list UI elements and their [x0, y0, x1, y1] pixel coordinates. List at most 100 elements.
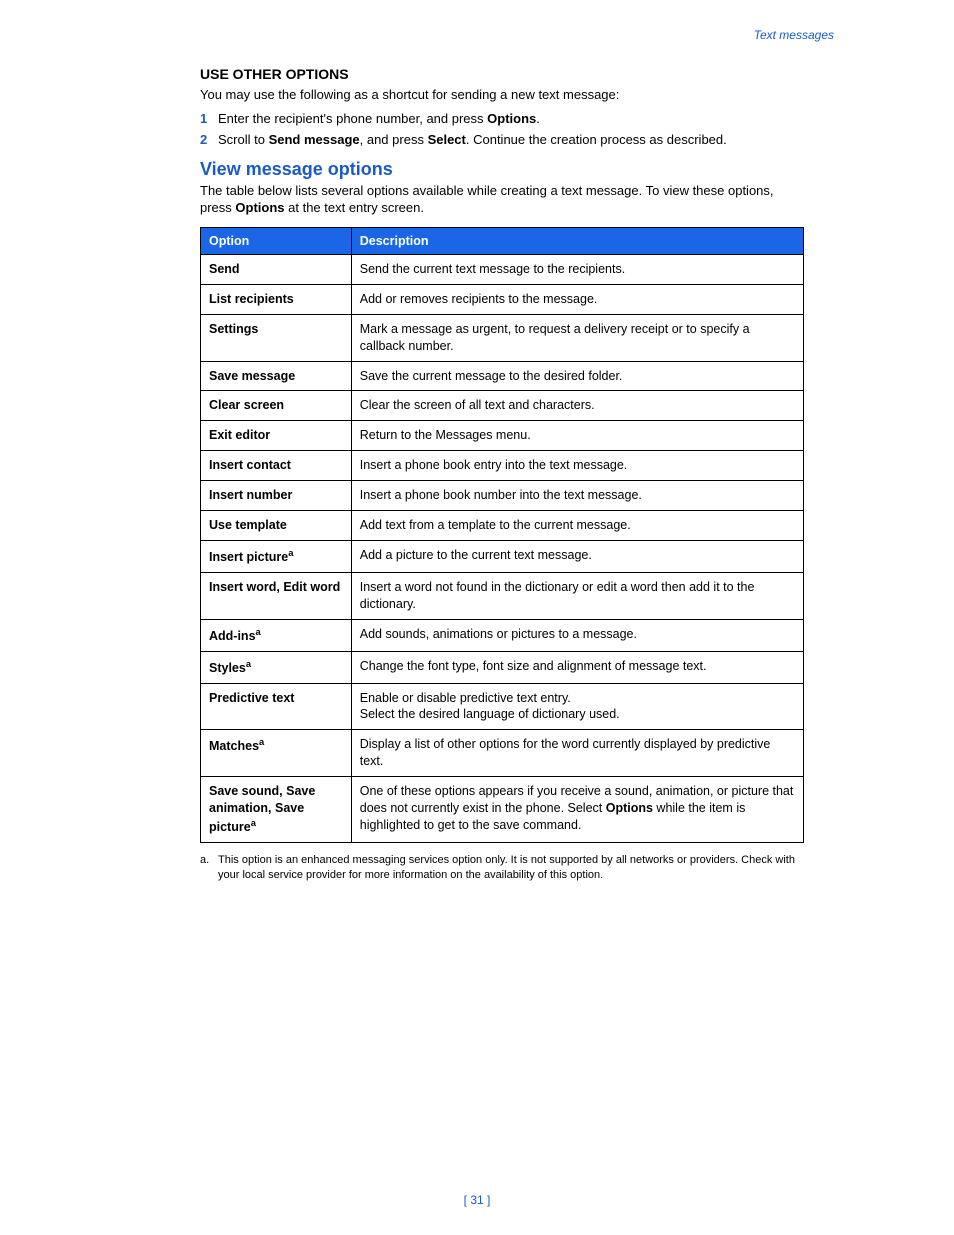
- step-text: , and press: [360, 132, 428, 147]
- option-cell: Matchesa: [201, 730, 352, 777]
- step-number: 1: [200, 110, 207, 128]
- description-cell: Send the current text message to the rec…: [351, 255, 803, 285]
- description-cell: Clear the screen of all text and charact…: [351, 391, 803, 421]
- page-number-value: 31: [470, 1193, 483, 1207]
- step-1: 1 Enter the recipient's phone number, an…: [200, 110, 804, 128]
- table-row: Settings Mark a message as urgent, to req…: [201, 314, 804, 361]
- table-row: Save sound, Save animation, Save picture…: [201, 777, 804, 843]
- description-cell: One of these options appears if you rece…: [351, 777, 803, 843]
- step-text: .: [536, 111, 540, 126]
- option-cell: List recipients: [201, 284, 352, 314]
- option-cell: Predictive text: [201, 683, 352, 730]
- description-cell: Add text from a template to the current …: [351, 510, 803, 540]
- step-bold: Options: [487, 111, 536, 126]
- table-row: Stylesa Change the font type, font size a…: [201, 651, 804, 683]
- page-number: [ 31 ]: [0, 1193, 954, 1207]
- footnote-label: a.: [200, 853, 209, 868]
- footnote-ref: a: [288, 548, 293, 558]
- th-option: Option: [201, 228, 352, 255]
- footnote-ref: a: [256, 627, 261, 637]
- desc-text: Mark a message as urgent, to request a d…: [360, 322, 750, 353]
- option-cell: Settings: [201, 314, 352, 361]
- table-row: Insert word, Edit word Insert a word not …: [201, 572, 804, 619]
- description-cell: Add sounds, animations or pictures to a …: [351, 619, 803, 651]
- desc-text: Insert a word not found in the dictionar…: [360, 580, 755, 611]
- description-cell: Insert a word not found in the dictionar…: [351, 572, 803, 619]
- option-cell: Add-insa: [201, 619, 352, 651]
- description-cell: Add or removes recipients to the message…: [351, 284, 803, 314]
- options-table: Option Description Send Send the current …: [200, 227, 804, 843]
- description-cell: Change the font type, font size and alig…: [351, 651, 803, 683]
- step-text: Enter the recipient's phone number, and …: [218, 111, 487, 126]
- content-area: USE OTHER OPTIONS You may use the follow…: [200, 66, 804, 883]
- step-text: . Continue the creation process as descr…: [466, 132, 727, 147]
- option-cell: Save sound, Save animation, Save picture…: [201, 777, 352, 843]
- table-row: List recipients Add or removes recipients…: [201, 284, 804, 314]
- description-cell: Add a picture to the current text messag…: [351, 540, 803, 572]
- table-row: Use template Add text from a template to …: [201, 510, 804, 540]
- intro-text: at the text entry screen.: [285, 200, 424, 215]
- desc-text: Return to the Messages menu.: [360, 428, 531, 442]
- desc-text: Insert a phone book number into the text…: [360, 488, 642, 502]
- table-row: Matchesa Display a list of other options …: [201, 730, 804, 777]
- table-row: Clear screen Clear the screen of all text…: [201, 391, 804, 421]
- option-cell: Send: [201, 255, 352, 285]
- footnote-ref: a: [259, 737, 264, 747]
- desc-text: Send the current text message to the rec…: [360, 262, 625, 276]
- desc-text: Save the current message to the desired …: [360, 369, 623, 383]
- table-header-row: Option Description: [201, 228, 804, 255]
- table-row: Exit editor Return to the Messages menu.: [201, 421, 804, 451]
- steps-list: 1 Enter the recipient's phone number, an…: [200, 110, 804, 149]
- table-row: Insert number Insert a phone book number …: [201, 481, 804, 511]
- description-cell: Return to the Messages menu.: [351, 421, 803, 451]
- option-cell: Clear screen: [201, 391, 352, 421]
- step-bold: Select: [428, 132, 466, 147]
- step-2: 2 Scroll to Send message, and press Sele…: [200, 131, 804, 149]
- use-other-options-intro: You may use the following as a shortcut …: [200, 86, 804, 104]
- option-cell: Stylesa: [201, 651, 352, 683]
- use-other-options-heading: USE OTHER OPTIONS: [200, 66, 804, 82]
- step-number: 2: [200, 131, 207, 149]
- page: Text messages USE OTHER OPTIONS You may …: [0, 0, 954, 1235]
- description-cell: Save the current message to the desired …: [351, 361, 803, 391]
- description-cell: Insert a phone book number into the text…: [351, 481, 803, 511]
- table-row: Insert picturea Add a picture to the curr…: [201, 540, 804, 572]
- option-cell: Exit editor: [201, 421, 352, 451]
- desc-bold: Options: [606, 801, 653, 815]
- footnote-ref: a: [251, 818, 256, 828]
- desc-text: Change the font type, font size and alig…: [360, 659, 707, 673]
- footnote-text: This option is an enhanced messaging ser…: [218, 854, 795, 881]
- desc-text: Clear the screen of all text and charact…: [360, 398, 595, 412]
- description-cell: Enable or disable predictive text entry.…: [351, 683, 803, 730]
- description-cell: Display a list of other options for the …: [351, 730, 803, 777]
- desc-text: Add a picture to the current text messag…: [360, 548, 592, 562]
- running-head: Text messages: [754, 28, 834, 42]
- table-row: Save message Save the current message to …: [201, 361, 804, 391]
- footnote-a: a. This option is an enhanced messaging …: [200, 853, 804, 883]
- step-bold: Send message: [269, 132, 360, 147]
- option-cell: Insert word, Edit word: [201, 572, 352, 619]
- bracket: ]: [484, 1193, 491, 1207]
- desc-text: Enable or disable predictive text entry.: [360, 691, 571, 705]
- view-message-options-heading: View message options: [200, 159, 804, 180]
- step-text: Scroll to: [218, 132, 269, 147]
- table-row: Add-insaAdd sounds, animations or pictur…: [201, 619, 804, 651]
- desc-text: Add text from a template to the current …: [360, 518, 631, 532]
- option-cell: Use template: [201, 510, 352, 540]
- option-cell: Save message: [201, 361, 352, 391]
- option-cell: Insert picturea: [201, 540, 352, 572]
- desc-text: Select the desired language of dictionar…: [360, 707, 620, 721]
- option-cell: Insert number: [201, 481, 352, 511]
- table-row: Send Send the current text message to the…: [201, 255, 804, 285]
- desc-text: Insert a phone book entry into the text …: [360, 458, 628, 472]
- desc-text: Display a list of other options for the …: [360, 737, 771, 768]
- description-cell: Insert a phone book entry into the text …: [351, 451, 803, 481]
- table-row: Predictive textEnable or disable predict…: [201, 683, 804, 730]
- description-cell: Mark a message as urgent, to request a d…: [351, 314, 803, 361]
- footnote-ref: a: [246, 659, 251, 669]
- intro-bold: Options: [235, 200, 284, 215]
- desc-text: Add or removes recipients to the message…: [360, 292, 598, 306]
- view-message-options-intro: The table below lists several options av…: [200, 182, 804, 217]
- table-row: Insert contactInsert a phone book entry …: [201, 451, 804, 481]
- th-description: Description: [351, 228, 803, 255]
